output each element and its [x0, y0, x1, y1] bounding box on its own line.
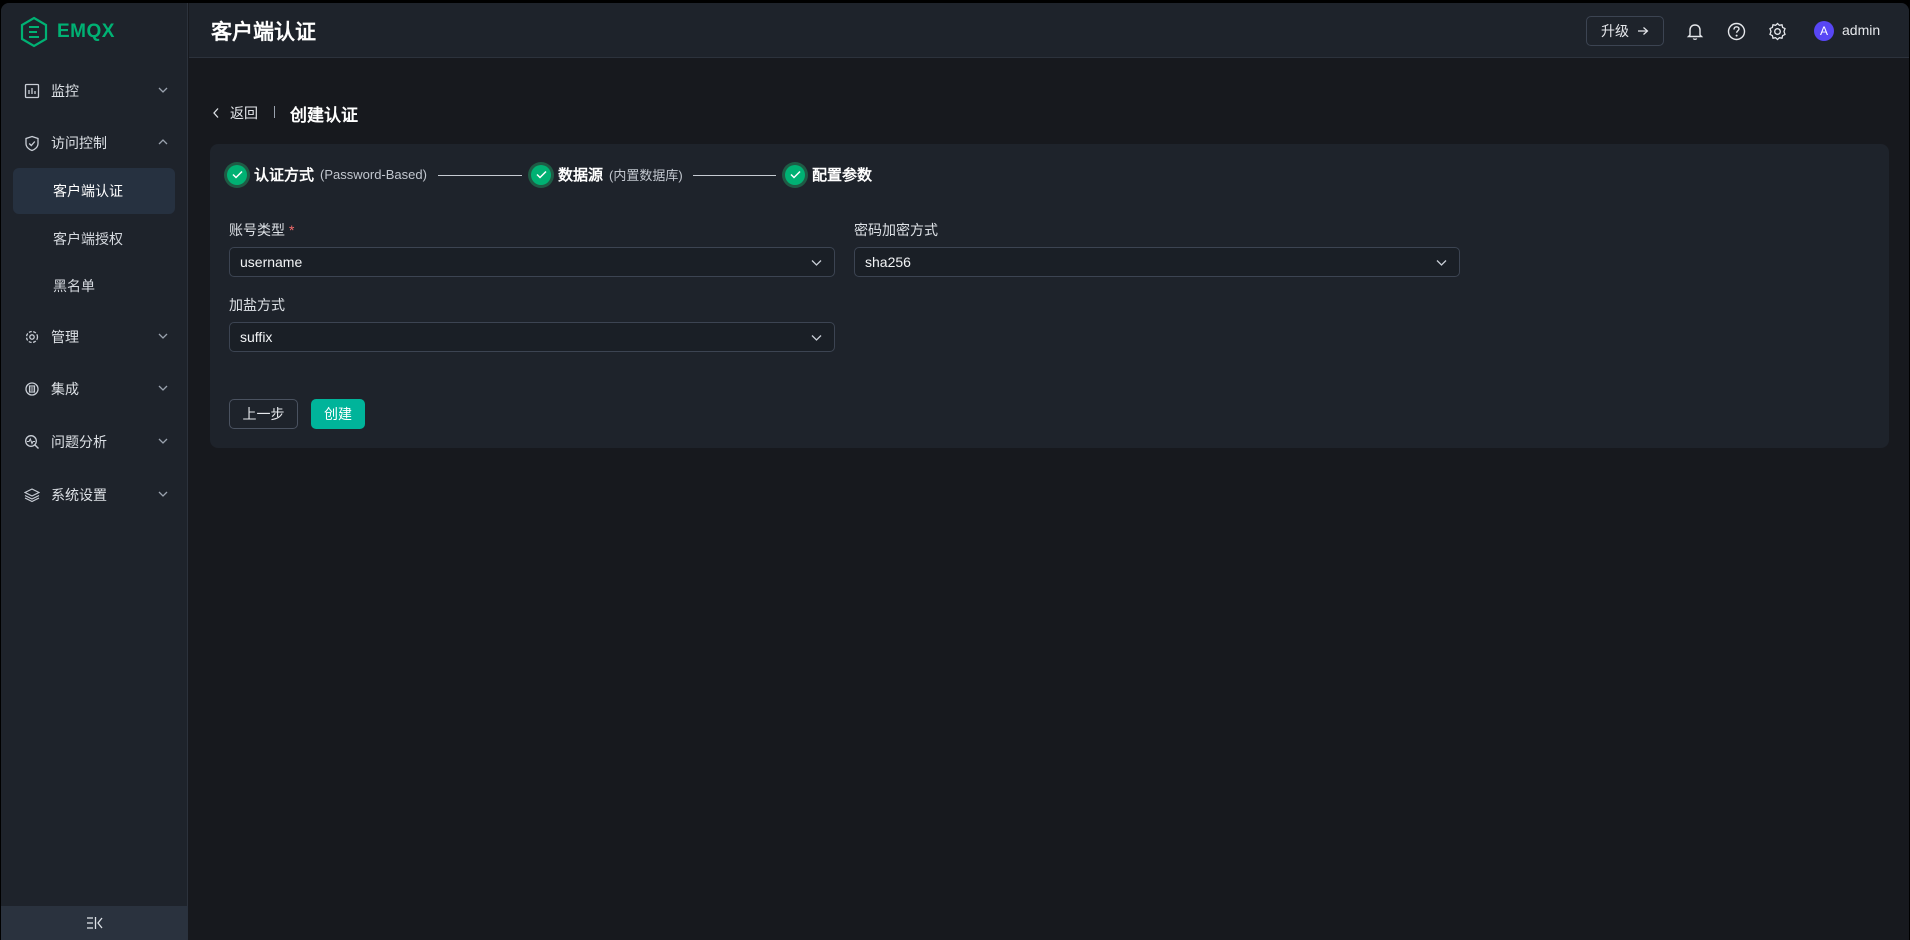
step-auth-method: 认证方式 (Password-Based) — [227, 164, 427, 185]
sidebar: EMQX 监控 访问控制 客户端认证 客户端授权 黑名单 管理 集成 问题分析 … — [1, 3, 188, 940]
upgrade-button[interactable]: 升级 — [1586, 16, 1664, 46]
chevron-down-icon — [158, 491, 168, 497]
account-type-label: 账号类型 * — [229, 220, 294, 240]
sidebar-item-monitor[interactable]: 监控 — [1, 71, 188, 111]
back-link[interactable]: 返回 — [212, 103, 258, 123]
layers-icon — [23, 486, 41, 504]
step-title: 数据源 — [558, 167, 604, 184]
check-circle-icon — [531, 164, 551, 185]
sidebar-item-access-control[interactable]: 访问控制 — [1, 123, 188, 163]
management-gear-icon — [23, 328, 41, 346]
salt-position-label: 加盐方式 — [229, 297, 285, 313]
salt-position-select[interactable]: suffix — [229, 322, 835, 352]
arrow-right-icon — [1638, 27, 1649, 35]
sidebar-subitem-client-authz[interactable]: 客户端授权 — [13, 216, 175, 262]
logo[interactable]: EMQX — [19, 15, 115, 49]
collapse-sidebar-icon — [86, 917, 103, 929]
check-circle-icon — [227, 164, 247, 185]
password-hash-select[interactable]: sha256 — [854, 247, 1460, 277]
sidebar-item-label: 管理 — [51, 329, 79, 345]
sidebar-item-management[interactable]: 管理 — [1, 317, 188, 357]
emqx-logo-icon — [20, 16, 48, 48]
chevron-down-icon — [158, 438, 168, 444]
sidebar-subitem-client-auth[interactable]: 客户端认证 — [13, 168, 175, 214]
app-window: EMQX 监控 访问控制 客户端认证 客户端授权 黑名单 管理 集成 问题分析 … — [1, 3, 1909, 940]
sidebar-item-label: 集成 — [51, 381, 79, 397]
sidebar-item-label: 访问控制 — [51, 135, 107, 151]
step-connector — [438, 175, 522, 176]
sidebar-item-system-settings[interactable]: 系统设置 — [1, 475, 188, 515]
create-auth-card: 认证方式 (Password-Based) 数据源 (内置数据库) 配置参数 账… — [210, 144, 1889, 448]
top-header: 客户端认证 升级 A admin — [189, 3, 1909, 58]
sidebar-item-label: 问题分析 — [51, 434, 107, 450]
step-desc: (内置数据库) — [609, 168, 683, 183]
check-circle-icon — [785, 164, 805, 185]
chevron-left-icon — [213, 108, 219, 118]
integration-icon — [23, 380, 41, 398]
account-type-value: username — [240, 254, 303, 270]
username[interactable]: admin — [1842, 22, 1880, 38]
password-hash-label: 密码加密方式 — [854, 222, 938, 238]
password-hash-value: sha256 — [865, 254, 911, 270]
required-mark: * — [289, 222, 295, 238]
step-connector — [693, 175, 776, 176]
shield-check-icon — [23, 134, 41, 152]
create-button[interactable]: 创建 — [311, 399, 365, 429]
chevron-down-icon — [1436, 260, 1447, 266]
help-icon[interactable] — [1725, 20, 1747, 42]
monitor-chart-icon — [23, 82, 41, 100]
notification-bell-icon[interactable] — [1684, 20, 1706, 42]
chevron-down-icon — [811, 260, 822, 266]
sidebar-item-label: 监控 — [51, 83, 79, 99]
chevron-down-icon — [158, 87, 168, 93]
collapse-sidebar-button[interactable] — [1, 906, 188, 940]
logo-text: EMQX — [57, 21, 115, 42]
chevron-down-icon — [811, 335, 822, 341]
sidebar-subitem-blacklist[interactable]: 黑名单 — [13, 263, 175, 309]
back-label: 返回 — [230, 105, 258, 121]
step-data-source: 数据源 (内置数据库) — [531, 164, 683, 185]
upgrade-label: 升级 — [1601, 23, 1629, 39]
chevron-up-icon — [158, 139, 168, 145]
step-title: 认证方式 — [254, 167, 315, 184]
sidebar-item-label: 系统设置 — [51, 487, 107, 503]
previous-step-button[interactable]: 上一步 — [229, 399, 298, 429]
avatar[interactable]: A — [1814, 21, 1834, 41]
breadcrumb-title: 创建认证 — [290, 106, 358, 125]
page-title: 客户端认证 — [211, 21, 316, 44]
account-type-select[interactable]: username — [229, 247, 835, 277]
step-config-params: 配置参数 — [785, 164, 872, 185]
chevron-down-icon — [158, 333, 168, 339]
settings-gear-icon[interactable] — [1766, 20, 1788, 42]
sidebar-item-integration[interactable]: 集成 — [1, 369, 188, 409]
account-type-label-text: 账号类型 — [229, 222, 285, 238]
salt-position-value: suffix — [240, 329, 273, 345]
breadcrumb-divider — [274, 106, 275, 118]
chevron-down-icon — [158, 385, 168, 391]
diagnosis-icon — [23, 433, 41, 451]
step-desc: (Password-Based) — [320, 167, 427, 182]
sidebar-item-diagnosis[interactable]: 问题分析 — [1, 422, 188, 462]
step-title: 配置参数 — [812, 167, 873, 184]
